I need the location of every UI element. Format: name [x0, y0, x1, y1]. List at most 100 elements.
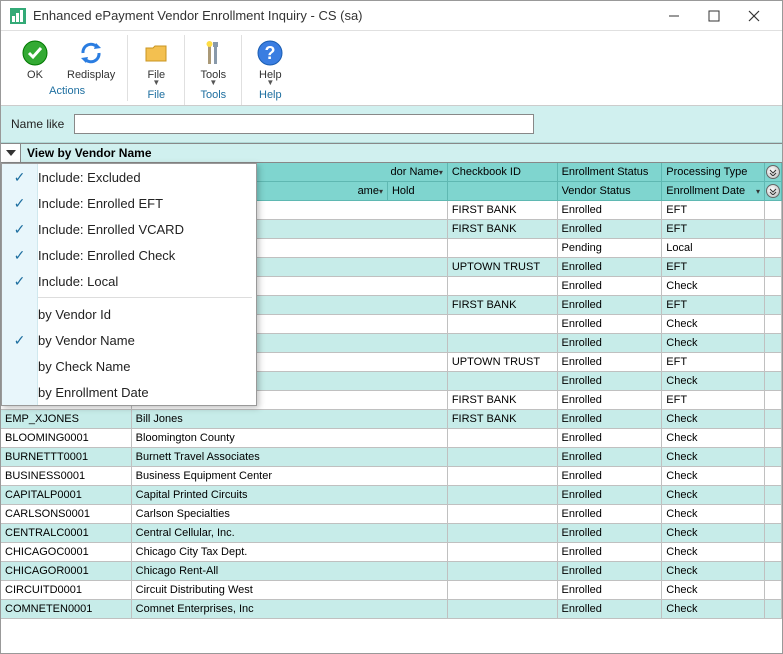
ok-label: OK — [27, 69, 43, 81]
cell-processing-type: EFT — [662, 220, 765, 239]
cell-enrollment-status: Enrolled — [558, 600, 663, 619]
minimize-button[interactable] — [654, 2, 694, 30]
cell-vendor-id: BLOOMING0001 — [1, 429, 132, 448]
ok-check-icon — [19, 37, 51, 69]
table-row[interactable]: BURNETTT0001Burnett Travel AssociatesEnr… — [1, 448, 782, 467]
table-row[interactable]: CIRCUITD0001Circuit Distributing WestEnr… — [1, 581, 782, 600]
cell-checkbook-id — [448, 581, 558, 600]
cell-vendor-name: Bloomington County — [132, 429, 448, 448]
check-icon: ✓ — [2, 242, 38, 268]
cell-processing-type: Check — [662, 581, 765, 600]
table-row[interactable]: CARLSONS0001Carlson SpecialtiesEnrolledC… — [1, 505, 782, 524]
close-button[interactable] — [734, 2, 774, 30]
header-processing-type[interactable]: Processing Type — [662, 163, 765, 182]
cell-enrollment-status: Enrolled — [558, 410, 663, 429]
cell-vendor-id: CAPITALP0001 — [1, 486, 132, 505]
cell-expand — [765, 543, 782, 562]
file-menu-button[interactable]: File ▼ — [132, 35, 180, 87]
menu-include-enrolled-check[interactable]: ✓Include: Enrolled Check — [2, 242, 256, 268]
header-hold[interactable]: Hold — [388, 182, 448, 201]
cell-checkbook-id: FIRST BANK — [448, 296, 558, 315]
chevron-down-icon: ▼ — [266, 81, 274, 85]
cell-vendor-id: CHICAGOR0001 — [1, 562, 132, 581]
maximize-button[interactable] — [694, 2, 734, 30]
cell-vendor-name: Chicago Rent-All — [132, 562, 448, 581]
table-row[interactable]: CHICAGOR0001Chicago Rent-AllEnrolledChec… — [1, 562, 782, 581]
cell-enrollment-status: Enrolled — [558, 353, 663, 372]
header-expand2[interactable] — [765, 182, 782, 201]
cell-checkbook-id — [448, 372, 558, 391]
table-row[interactable]: EMP_XJONESBill JonesFIRST BANKEnrolledCh… — [1, 410, 782, 429]
cell-enrollment-status: Enrolled — [558, 220, 663, 239]
cell-processing-type: EFT — [662, 391, 765, 410]
redisplay-button[interactable]: Redisplay — [59, 35, 123, 83]
menu-by-check-name[interactable]: by Check Name — [2, 353, 256, 379]
menu-by-enrollment-date[interactable]: by Enrollment Date — [2, 379, 256, 405]
menu-include-excluded[interactable]: ✓Include: Excluded — [2, 164, 256, 190]
cell-enrollment-status: Enrolled — [558, 429, 663, 448]
cell-processing-type: Check — [662, 524, 765, 543]
cell-expand — [765, 315, 782, 334]
table-row[interactable]: CENTRALC0001Central Cellular, Inc.Enroll… — [1, 524, 782, 543]
header-enrollment-status[interactable]: Enrollment Status — [558, 163, 663, 182]
header-vendor-status[interactable]: Vendor Status — [558, 182, 663, 201]
menu-include-enrolled-eft[interactable]: ✓Include: Enrolled EFT — [2, 190, 256, 216]
cell-checkbook-id: UPTOWN TRUST — [448, 258, 558, 277]
table-row[interactable]: BUSINESS0001Business Equipment CenterEnr… — [1, 467, 782, 486]
ok-button[interactable]: OK — [11, 35, 59, 83]
cell-enrollment-status: Enrolled — [558, 524, 663, 543]
menu-by-vendor-name[interactable]: ✓by Vendor Name — [2, 327, 256, 353]
cell-enrollment-status: Enrolled — [558, 201, 663, 220]
cell-vendor-id: BUSINESS0001 — [1, 467, 132, 486]
tools-menu-button[interactable]: Tools ▼ — [189, 35, 237, 87]
cell-expand — [765, 486, 782, 505]
cell-vendor-id: CIRCUITD0001 — [1, 581, 132, 600]
table-row[interactable]: CHICAGOC0001Chicago City Tax Dept.Enroll… — [1, 543, 782, 562]
cell-expand — [765, 467, 782, 486]
cell-expand — [765, 562, 782, 581]
cell-vendor-id: COMNETEN0001 — [1, 600, 132, 619]
cell-expand — [765, 505, 782, 524]
cell-enrollment-status: Enrolled — [558, 543, 663, 562]
cell-expand — [765, 277, 782, 296]
ribbon-group-tools-label: Tools — [189, 87, 237, 105]
titlebar: Enhanced ePayment Vendor Enrollment Inqu… — [1, 1, 782, 31]
ribbon-group-file-label: File — [132, 87, 180, 105]
header-checkbook-id[interactable]: Checkbook ID — [448, 163, 558, 182]
cell-expand — [765, 410, 782, 429]
cell-processing-type: EFT — [662, 296, 765, 315]
svg-text:?: ? — [265, 43, 276, 63]
name-like-input[interactable] — [74, 114, 534, 134]
menu-include-local[interactable]: ✓Include: Local — [2, 268, 256, 294]
cell-checkbook-id: FIRST BANK — [448, 220, 558, 239]
chevron-down-icon: ▾ — [379, 187, 383, 196]
menu-include-enrolled-vcard[interactable]: ✓Include: Enrolled VCARD — [2, 216, 256, 242]
cell-enrollment-status: Enrolled — [558, 562, 663, 581]
table-row[interactable]: BLOOMING0001Bloomington CountyEnrolledCh… — [1, 429, 782, 448]
cell-expand — [765, 334, 782, 353]
header-expand[interactable] — [765, 163, 782, 182]
expand-icon — [766, 184, 780, 198]
cell-enrollment-status: Enrolled — [558, 258, 663, 277]
cell-expand — [765, 391, 782, 410]
cell-vendor-id: CHICAGOC0001 — [1, 543, 132, 562]
cell-checkbook-id: UPTOWN TRUST — [448, 353, 558, 372]
cell-checkbook-id — [448, 334, 558, 353]
help-menu-button[interactable]: ? Help ▼ — [246, 35, 294, 87]
cell-vendor-name: Bill Jones — [132, 410, 448, 429]
folder-icon — [140, 37, 172, 69]
help-icon: ? — [254, 37, 286, 69]
cell-checkbook-id — [448, 467, 558, 486]
header-enrollment-date[interactable]: Enrollment Date▾ — [662, 182, 765, 201]
check-icon: ✓ — [2, 216, 38, 242]
cell-enrollment-status: Enrolled — [558, 467, 663, 486]
cell-processing-type: Check — [662, 467, 765, 486]
table-row[interactable]: COMNETEN0001Comnet Enterprises, IncEnrol… — [1, 600, 782, 619]
cell-enrollment-status: Enrolled — [558, 581, 663, 600]
menu-by-vendor-id[interactable]: by Vendor Id — [2, 301, 256, 327]
redisplay-label: Redisplay — [67, 69, 115, 81]
cell-enrollment-status: Enrolled — [558, 372, 663, 391]
view-dropdown-toggle[interactable] — [1, 144, 21, 162]
header-row2-blank[interactable] — [448, 182, 558, 201]
table-row[interactable]: CAPITALP0001Capital Printed CircuitsEnro… — [1, 486, 782, 505]
